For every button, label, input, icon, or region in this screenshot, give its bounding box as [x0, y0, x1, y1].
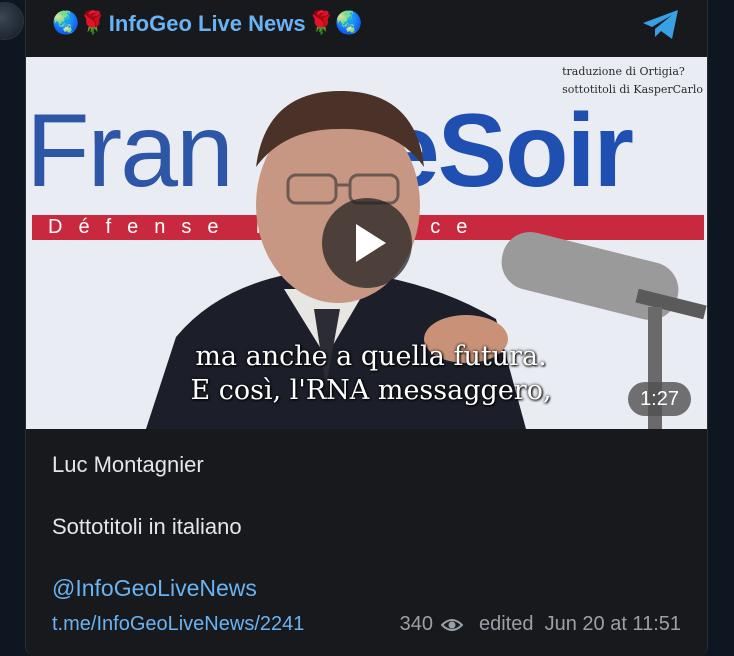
channel-mention-link[interactable]: @InfoGeoLiveNews	[52, 575, 257, 602]
subtitle-line-1: ma anche a quella futura.	[195, 341, 547, 372]
post-title: Luc Montagnier	[52, 452, 204, 477]
channel-name[interactable]: InfoGeo Live News	[109, 11, 306, 37]
eye-icon	[440, 618, 463, 631]
message-card: 🌏🌹 InfoGeo Live News 🌹🌏 Fran eSoir Défens…	[25, 0, 708, 656]
post-permalink[interactable]: t.me/InfoGeoLiveNews/2241	[52, 613, 304, 636]
edited-timestamp: edited Jun 20 at 11:51	[478, 613, 681, 635]
views-count: 340	[399, 613, 433, 635]
telegram-plane-icon[interactable]	[641, 8, 681, 42]
play-icon	[356, 224, 386, 262]
subtitle-line-2: E così, l'RNA messaggero,	[190, 375, 552, 406]
message-header: 🌏🌹 InfoGeo Live News 🌹🌏	[52, 6, 362, 42]
header-emoji-left: 🌏🌹	[52, 11, 107, 36]
post-subtitle-note: Sottotitoli in italiano	[52, 514, 242, 539]
play-button[interactable]	[322, 198, 412, 288]
channel-avatar[interactable]	[0, 2, 24, 40]
video-subtitle: ma anche a quella futura. E così, l'RNA …	[181, 340, 561, 408]
header-emoji-right: 🌹🌏	[307, 11, 363, 36]
message-meta: 340 edited Jun 20 at 11:51	[400, 613, 681, 636]
video-duration: 1:27	[628, 382, 691, 416]
video-player[interactable]: FraneSoir Défense la France traduzione d…	[26, 57, 707, 429]
